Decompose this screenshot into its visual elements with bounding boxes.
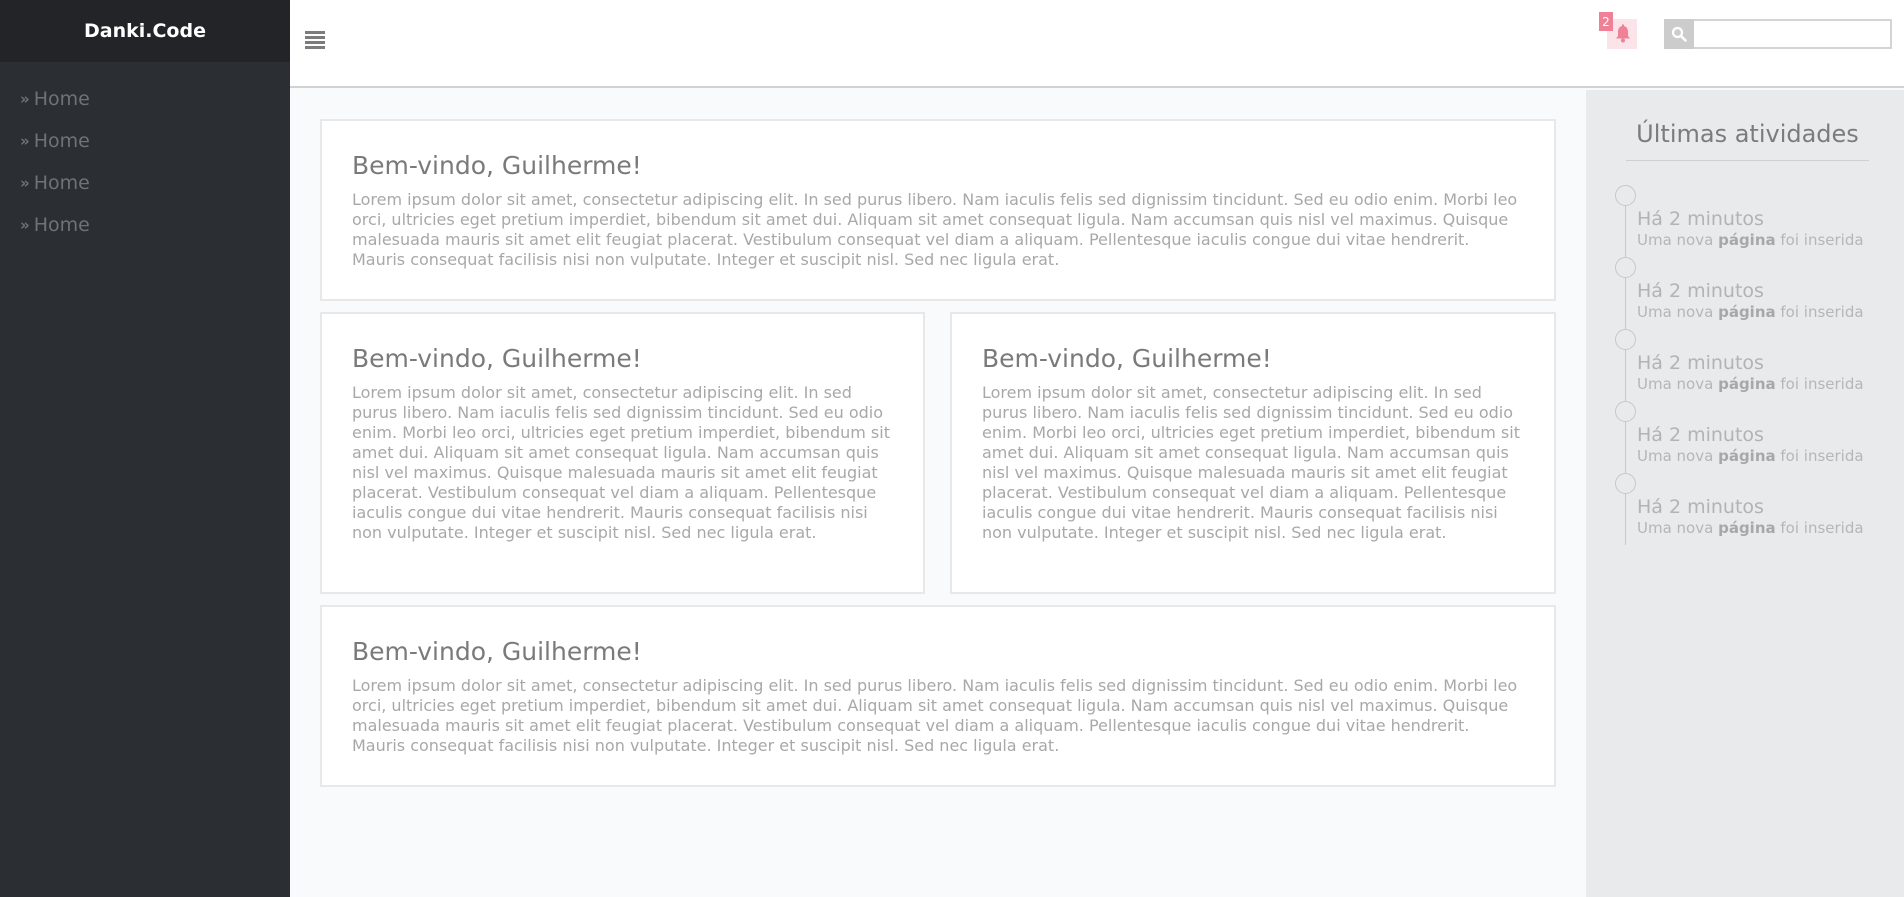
timeline-dot-icon: [1615, 185, 1636, 206]
search-button[interactable]: [1664, 19, 1694, 49]
sidebar: Danki.Code » Home » Home » Home » Home: [0, 0, 290, 897]
notification-badge: 2: [1599, 12, 1613, 31]
welcome-card: Bem-vindo, Guilherme! Lorem ipsum dolor …: [320, 605, 1556, 787]
double-chevron-right-icon: »: [20, 132, 30, 150]
card-body: Lorem ipsum dolor sit amet, consectetur …: [982, 383, 1520, 542]
hamburger-icon[interactable]: [305, 31, 325, 51]
welcome-card: Bem-vindo, Guilherme! Lorem ipsum dolor …: [320, 119, 1556, 301]
sidebar-item-label: Home: [33, 172, 90, 194]
timeline-dot-icon: [1615, 473, 1636, 494]
activity-timeline: Há 2 minutos Uma nova página foi inserid…: [1615, 185, 1885, 545]
welcome-card: Bem-vindo, Guilherme! Lorem ipsum dolor …: [950, 312, 1556, 594]
sidebar-item-label: Home: [33, 88, 90, 110]
activity-time: Há 2 minutos: [1637, 280, 1764, 302]
timeline-dot-icon: [1615, 329, 1636, 350]
sidebar-item-home[interactable]: » Home: [0, 120, 290, 162]
activity-desc: Uma nova página foi inserida: [1637, 447, 1864, 465]
activity-desc: Uma nova página foi inserida: [1637, 231, 1864, 249]
search-icon: [1671, 26, 1687, 42]
activity-time: Há 2 minutos: [1637, 208, 1764, 230]
activity-time: Há 2 minutos: [1637, 424, 1764, 446]
card-title: Bem-vindo, Guilherme!: [352, 637, 642, 666]
sidebar-menu: » Home » Home » Home » Home: [0, 62, 290, 246]
sidebar-item-label: Home: [33, 214, 90, 236]
timeline-dot-icon: [1615, 257, 1636, 278]
card-title: Bem-vindo, Guilherme!: [352, 151, 642, 180]
activity-time: Há 2 minutos: [1637, 496, 1764, 518]
double-chevron-right-icon: »: [20, 174, 30, 192]
main-content: Bem-vindo, Guilherme! Lorem ipsum dolor …: [290, 90, 1586, 897]
sidebar-item-home[interactable]: » Home: [0, 78, 290, 120]
sidebar-item-label: Home: [33, 130, 90, 152]
sidebar-item-home[interactable]: » Home: [0, 162, 290, 204]
notifications-button[interactable]: 2: [1599, 12, 1637, 49]
bell-icon: [1616, 24, 1630, 43]
card-title: Bem-vindo, Guilherme!: [982, 344, 1272, 373]
top-header: 2: [290, 0, 1904, 88]
activity-title: Últimas atividades: [1626, 120, 1869, 161]
activity-desc: Uma nova página foi inserida: [1637, 519, 1864, 537]
brand-logo[interactable]: Danki.Code: [0, 0, 290, 62]
activity-time: Há 2 minutos: [1637, 352, 1764, 374]
sidebar-item-home[interactable]: » Home: [0, 204, 290, 246]
card-body: Lorem ipsum dolor sit amet, consectetur …: [352, 190, 1518, 269]
activity-desc: Uma nova página foi inserida: [1637, 375, 1864, 393]
search-bar: [1664, 19, 1892, 49]
welcome-card: Bem-vindo, Guilherme! Lorem ipsum dolor …: [320, 312, 925, 594]
card-body: Lorem ipsum dolor sit amet, consectetur …: [352, 676, 1518, 755]
double-chevron-right-icon: »: [20, 90, 30, 108]
timeline-dot-icon: [1615, 401, 1636, 422]
card-body: Lorem ipsum dolor sit amet, consectetur …: [352, 383, 890, 542]
activity-desc: Uma nova página foi inserida: [1637, 303, 1864, 321]
double-chevron-right-icon: »: [20, 216, 30, 234]
activity-panel: Últimas atividades Há 2 minutos Uma nova…: [1586, 90, 1904, 897]
search-input[interactable]: [1694, 19, 1892, 49]
card-title: Bem-vindo, Guilherme!: [352, 344, 642, 373]
